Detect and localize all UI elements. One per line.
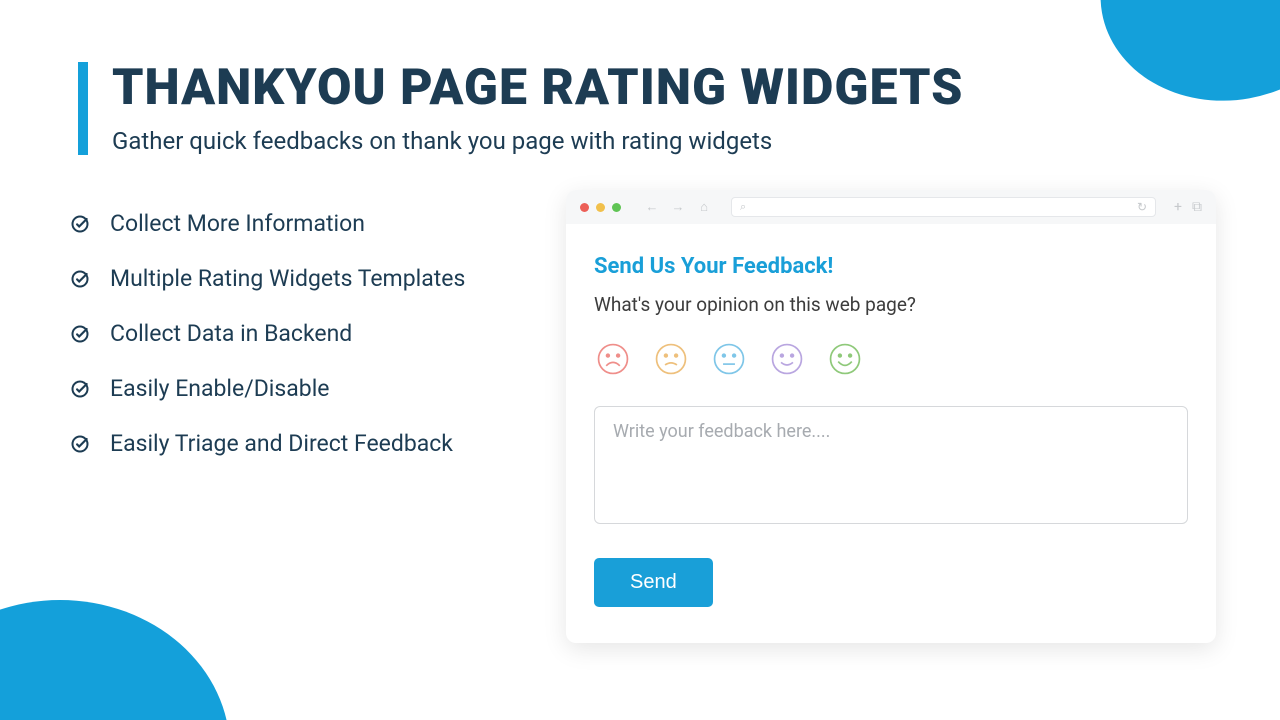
forward-icon[interactable]: →	[669, 199, 687, 215]
panel-icon[interactable]: ⧉	[1192, 199, 1202, 215]
check-icon	[70, 379, 90, 399]
feature-label: Collect Data in Backend	[110, 320, 352, 347]
back-icon[interactable]: ←	[643, 199, 661, 215]
check-icon	[70, 434, 90, 454]
decor-blob-bottom	[0, 600, 230, 720]
face-happy-icon[interactable]	[770, 342, 804, 376]
feature-label: Collect More Information	[110, 210, 365, 237]
maximize-icon[interactable]	[612, 203, 621, 212]
face-very-sad-icon[interactable]	[596, 342, 630, 376]
feature-item: Multiple Rating Widgets Templates	[70, 265, 500, 292]
check-icon	[70, 269, 90, 289]
new-tab-icon[interactable]: +	[1174, 199, 1182, 215]
minimize-icon[interactable]	[596, 203, 605, 212]
face-neutral-icon[interactable]	[712, 342, 746, 376]
feedback-title: Send Us Your Feedback!	[594, 254, 1188, 279]
feature-item: Easily Enable/Disable	[70, 375, 500, 402]
page-title: THANKYOU PAGE RATING WIDGETS	[112, 62, 963, 115]
page-subtitle: Gather quick feedbacks on thank you page…	[112, 127, 963, 155]
feature-item: Collect Data in Backend	[70, 320, 500, 347]
feature-item: Easily Triage and Direct Feedback	[70, 430, 500, 457]
feature-label: Easily Enable/Disable	[110, 375, 329, 402]
browser-mock: ← → ⌂ ⌕ ↻ + ⧉ Send Us Your Feedback! Wha…	[566, 190, 1216, 643]
close-icon[interactable]	[580, 203, 589, 212]
face-sad-icon[interactable]	[654, 342, 688, 376]
check-icon	[70, 324, 90, 344]
window-controls	[580, 203, 621, 212]
feature-list: Collect More Information Multiple Rating…	[70, 210, 500, 485]
rating-faces	[594, 342, 1188, 376]
feedback-question: What's your opinion on this web page?	[594, 293, 1188, 316]
face-very-happy-icon[interactable]	[828, 342, 862, 376]
send-button[interactable]: Send	[594, 558, 713, 607]
check-icon	[70, 214, 90, 234]
feedback-widget: Send Us Your Feedback! What's your opini…	[566, 224, 1216, 643]
home-icon[interactable]: ⌂	[695, 199, 713, 215]
feature-item: Collect More Information	[70, 210, 500, 237]
decor-blob-top	[1083, 0, 1280, 121]
reload-icon[interactable]: ↻	[1137, 200, 1147, 214]
address-bar[interactable]: ⌕ ↻	[731, 197, 1156, 217]
feedback-textarea[interactable]	[594, 406, 1188, 524]
browser-toolbar: ← → ⌂ ⌕ ↻ + ⧉	[566, 190, 1216, 224]
feature-label: Multiple Rating Widgets Templates	[110, 265, 465, 292]
feature-label: Easily Triage and Direct Feedback	[110, 430, 453, 457]
search-icon: ⌕	[740, 200, 746, 214]
heading-block: THANKYOU PAGE RATING WIDGETS Gather quic…	[78, 62, 963, 155]
